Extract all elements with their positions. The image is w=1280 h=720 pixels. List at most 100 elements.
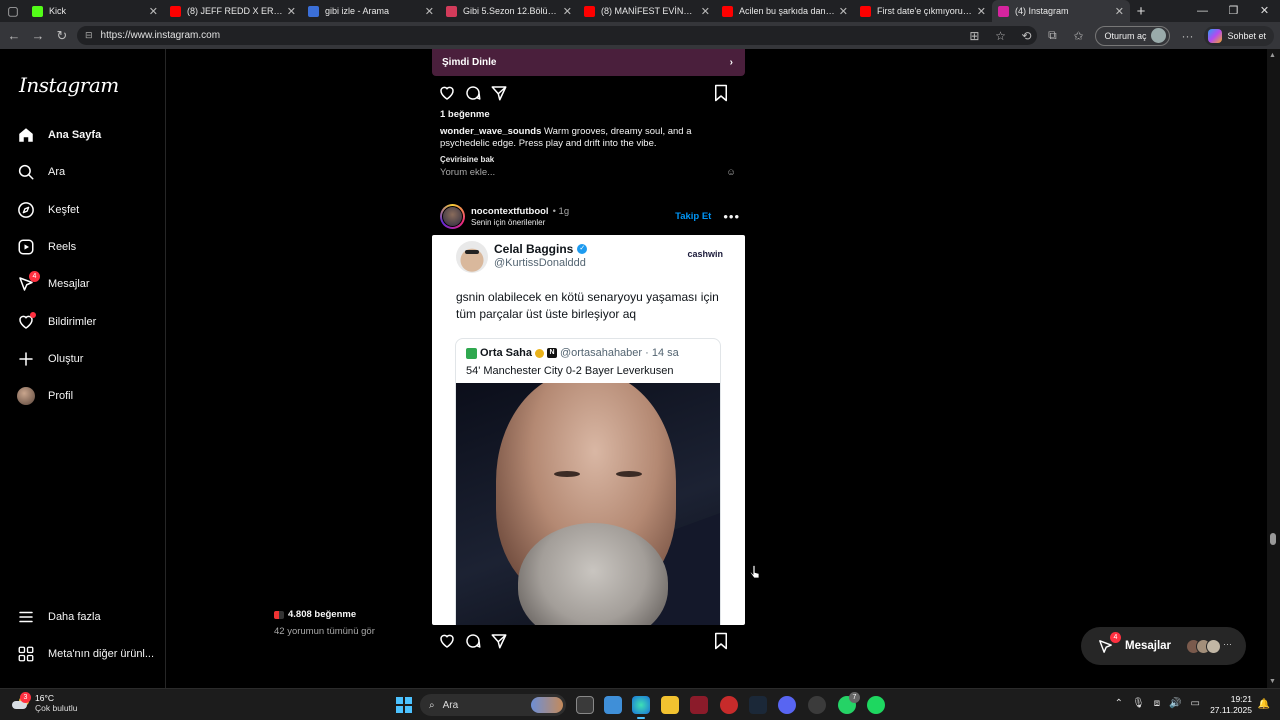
tweet-handle: @KurtissDonalddd (494, 257, 586, 269)
sidebar-item-meta[interactable]: Meta'nın diğer ürünl... (16, 639, 154, 669)
tweet-text: gsnin olabilecek en kötü senaryoyu yaşam… (456, 290, 719, 321)
tab-actions-icon[interactable]: ▢ (0, 0, 26, 22)
tab-close-icon[interactable]: ✕ (839, 5, 848, 18)
chevron-up-icon[interactable]: ⌃ (1115, 698, 1123, 709)
browser-tab[interactable]: (4) Instagram ✕ (992, 0, 1130, 22)
menu-dots-icon[interactable]: ··· (1178, 29, 1196, 43)
clock[interactable]: 19:21 27.11.2025 (1210, 694, 1252, 716)
scroll-down-icon[interactable]: ▼ (1269, 678, 1276, 685)
post-username[interactable]: nocontextfutbool (471, 206, 549, 217)
task-view-icon[interactable] (576, 696, 594, 714)
browser-tab[interactable]: (8) MANİFEST EVİNDE HUZUR ✕ (578, 0, 716, 22)
tab-close-icon[interactable]: ✕ (701, 5, 710, 18)
sidebar-item-home[interactable]: Ana Sayfa (16, 120, 101, 150)
notification-bell-icon[interactable]: 🔔 (1258, 699, 1270, 710)
sidebar-item-more[interactable]: Daha fazla (16, 602, 101, 632)
split-screen-icon[interactable]: ⧉ (1043, 28, 1061, 43)
bookmark-icon[interactable] (713, 82, 739, 104)
whatsapp-icon[interactable]: 7 (838, 692, 860, 714)
copilot-chat-button[interactable]: Sohbet et (1204, 25, 1274, 46)
new-tab-button[interactable]: + (1130, 3, 1152, 20)
scroll-thumb[interactable] (1270, 533, 1276, 545)
messages-badge: 4 (1110, 632, 1121, 643)
sidebar-item-profile[interactable]: Profil (16, 381, 73, 411)
messenger-icon: 4 (1097, 632, 1121, 655)
emoji-icon[interactable]: ☺ (726, 167, 736, 178)
forward-icon[interactable]: → (26, 28, 50, 43)
browser-tab[interactable]: First date'e çıkmıyorum 🫣 ✕ (854, 0, 992, 22)
follow-button[interactable]: Takip Et (675, 211, 711, 222)
view-comments-link[interactable]: 42 yorumun tümünü gör (274, 626, 375, 637)
post-time: • 1g (552, 205, 570, 217)
extensions-icon[interactable]: ⟲ (1017, 29, 1035, 43)
tab-close-icon[interactable]: ✕ (149, 5, 158, 18)
favorites-icon[interactable]: ✩ (1069, 29, 1087, 43)
minimize-icon[interactable]: — (1187, 0, 1218, 22)
close-window-icon[interactable]: ✕ (1249, 0, 1280, 22)
app-icon[interactable] (690, 696, 708, 714)
signin-button[interactable]: Oturum aç (1095, 25, 1171, 46)
restore-icon[interactable]: ❐ (1218, 0, 1249, 22)
listen-now-banner[interactable]: Şimdi Dinle › (432, 49, 745, 76)
sidebar-item-notifications[interactable]: Bildirimler (16, 307, 96, 337)
like-icon[interactable] (438, 82, 464, 104)
post-image[interactable]: Celal Baggins ✓ @KurtissDonalddd cashwin… (432, 235, 745, 625)
comment-icon[interactable] (464, 82, 490, 104)
instagram-logo[interactable]: Instagram (19, 73, 119, 97)
app-icon[interactable] (808, 696, 826, 714)
favorite-star-icon[interactable]: ☆ (991, 29, 1009, 43)
sidebar-item-messages[interactable]: 4 Mesajlar (16, 269, 90, 299)
start-icon[interactable] (396, 697, 412, 713)
see-translation-link[interactable]: Çevirisine bak (440, 155, 494, 164)
browser-tab[interactable]: Gibi 5.Sezon 12.Bölüm İzle ✕ (440, 0, 578, 22)
search-icon: ⌕ (429, 699, 435, 711)
tab-close-icon[interactable]: ✕ (425, 5, 434, 18)
microphone-icon[interactable]: 🎙 (1132, 698, 1145, 709)
discord-icon[interactable] (778, 696, 796, 714)
browser-tab[interactable]: gibi izle - Arama ✕ (302, 0, 440, 22)
share-icon[interactable] (490, 82, 516, 104)
battery-icon[interactable]: ▭ (1191, 698, 1200, 709)
post-likes[interactable]: 4.808 beğenme (274, 609, 356, 620)
volume-icon[interactable]: 🔊 (1169, 698, 1181, 709)
likes-count[interactable]: 1 beğenme (440, 109, 490, 120)
app-icon[interactable] (720, 696, 738, 714)
post-avatar[interactable] (440, 203, 465, 229)
weather-widget[interactable]: 3 16°C Çok bulutlu (12, 692, 78, 713)
scroll-up-icon[interactable]: ▲ (1269, 52, 1276, 59)
taskbar-search[interactable]: ⌕ Ara (420, 694, 566, 716)
site-info-icon[interactable]: ⊟ (85, 30, 93, 41)
sidebar-item-search[interactable]: Ara (16, 157, 65, 187)
messages-pill[interactable]: 4 Mesajlar ··· (1081, 627, 1246, 665)
page-scrollbar[interactable]: ▲ ▼ (1267, 49, 1280, 688)
network-icon[interactable]: ⧈ (1154, 698, 1160, 709)
share-icon[interactable] (490, 630, 516, 652)
tab-close-icon[interactable]: ✕ (287, 5, 296, 18)
tab-close-icon[interactable]: ✕ (977, 5, 986, 18)
spotify-icon[interactable] (867, 696, 885, 714)
tab-title: Acilen bu şarkıda dans etmek (739, 6, 835, 16)
app-available-icon[interactable]: ⊞ (965, 29, 983, 43)
url-field[interactable]: ⊟ https://www.instagram.com (77, 26, 1037, 45)
steam-icon[interactable] (749, 696, 767, 714)
edge-icon[interactable] (632, 696, 650, 719)
widgets-icon[interactable] (604, 696, 622, 714)
browser-tab[interactable]: Kick ✕ (26, 0, 164, 22)
like-icon[interactable] (438, 630, 464, 652)
sidebar-item-explore[interactable]: Keşfet (16, 195, 79, 225)
back-icon[interactable]: ← (2, 28, 26, 43)
tab-close-icon[interactable]: ✕ (1115, 5, 1124, 18)
caption-username[interactable]: wonder_wave_sounds (440, 126, 541, 137)
more-options-icon[interactable]: ••• (723, 209, 740, 224)
sidebar-item-reels[interactable]: Reels (16, 232, 76, 262)
bookmark-icon[interactable] (713, 630, 739, 652)
file-explorer-icon[interactable] (661, 696, 679, 714)
browser-tab[interactable]: Acilen bu şarkıda dans etmek ✕ (716, 0, 854, 22)
browser-tab[interactable]: (8) JEFF REDD X ERA7CAPONE ✕ (164, 0, 302, 22)
tab-favicon-icon (32, 5, 43, 17)
sidebar-item-create[interactable]: Oluştur (16, 344, 83, 374)
tab-close-icon[interactable]: ✕ (563, 5, 572, 18)
refresh-icon[interactable]: ↻ (50, 28, 74, 44)
comment-input[interactable]: Yorum ekle... ☺ (440, 167, 736, 178)
comment-icon[interactable] (464, 630, 490, 652)
